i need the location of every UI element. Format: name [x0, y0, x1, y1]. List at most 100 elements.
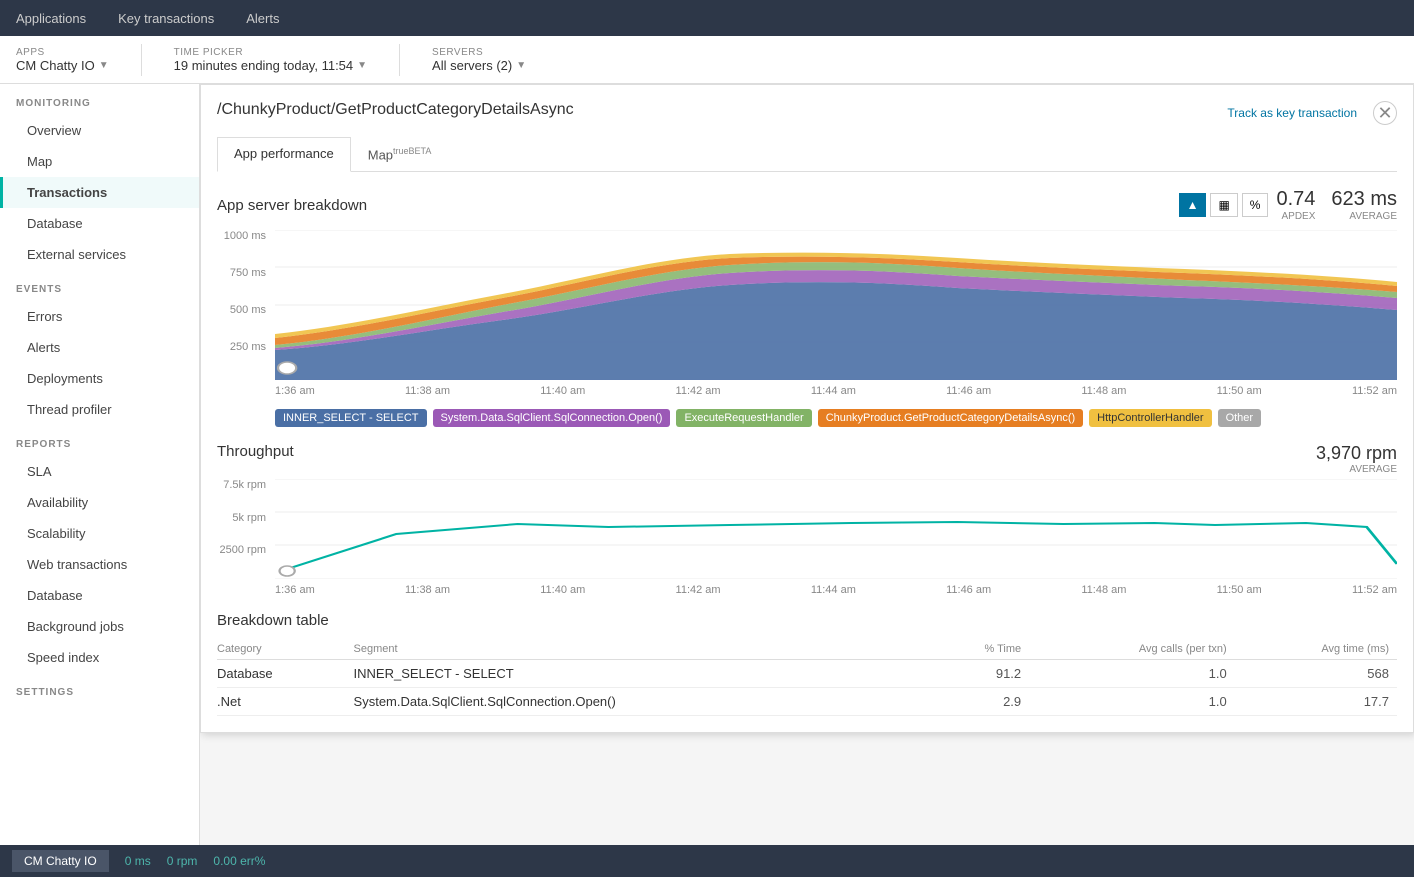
legend-sqlconnection[interactable]: System.Data.SqlClient.SqlConnection.Open… [433, 409, 671, 427]
status-app-name: CM Chatty IO [12, 850, 109, 872]
status-bar: CM Chatty IO 0 ms 0 rpm 0.00 err% [0, 845, 1414, 877]
sidebar-item-database[interactable]: Database [0, 208, 199, 239]
row1-pct: 2.9 [933, 688, 1029, 716]
breakdown-ctrl-area[interactable]: ▲ [1179, 193, 1207, 217]
track-key-transaction-link[interactable]: Track as key transaction [1227, 106, 1357, 120]
breakdown-table-section: Breakdown table Category Segment % Time … [217, 612, 1397, 716]
tp-x-label-2: 11:40 am [540, 584, 585, 596]
sidebar-item-sla[interactable]: SLA [0, 456, 199, 487]
tp-y-label-2: 2500 rpm [220, 544, 266, 556]
sidebar-item-background-jobs[interactable]: Background jobs [0, 611, 199, 642]
app-server-breakdown: App server breakdown ▲ ▦ % 0.74 APDEX [217, 188, 1397, 427]
throughput-title: Throughput [217, 443, 294, 460]
tab-map[interactable]: MaptrueBETA [351, 137, 449, 171]
x-label-4: 11:44 am [811, 385, 856, 397]
tab-app-performance[interactable]: App performance [217, 137, 351, 172]
events-section-label: EVENTS [0, 270, 199, 301]
servers-label: SERVERS [432, 47, 526, 58]
row1-category: .Net [217, 688, 354, 716]
servers-dropdown-arrow: ▼ [516, 60, 526, 71]
row0-segment: INNER_SELECT - SELECT [354, 660, 934, 688]
apps-dropdown-arrow: ▼ [99, 60, 109, 71]
top-nav: Applications Key transactions Alerts [0, 0, 1414, 36]
x-label-2: 11:40 am [540, 385, 585, 397]
sidebar-item-errors[interactable]: Errors [0, 301, 199, 332]
throughput-chart [275, 479, 1397, 582]
reports-section-label: REPORTS [0, 425, 199, 456]
apdex-value: 0.74 [1276, 188, 1315, 211]
breakdown-metrics: 0.74 APDEX 623 ms AVERAGE [1276, 188, 1397, 222]
x-label-3: 11:42 am [676, 385, 721, 397]
time-picker-selector[interactable]: TIME PICKER 19 minutes ending today, 11:… [174, 47, 367, 73]
divider-1 [141, 44, 142, 76]
tp-x-label-4: 11:44 am [811, 584, 856, 596]
sidebar-item-web-transactions[interactable]: Web transactions [0, 549, 199, 580]
chart-y-labels: 1000 ms 750 ms 500 ms 250 ms [217, 230, 272, 377]
servers-selector[interactable]: SERVERS All servers (2) ▼ [432, 47, 526, 73]
status-metric-1: 0 rpm [167, 854, 198, 868]
breakdown-controls: ▲ ▦ % [1179, 193, 1269, 217]
throughput-section: Throughput 3,970 rpm AVERAGE 7.5k rpm 5k… [217, 443, 1397, 596]
legend-http-controller[interactable]: HttpControllerHandler [1089, 409, 1211, 427]
x-label-5: 11:46 am [946, 385, 991, 397]
tab-beta-label: true [393, 146, 409, 156]
sidebar-item-thread-profiler[interactable]: Thread profiler [0, 394, 199, 425]
time-picker-label: TIME PICKER [174, 47, 367, 58]
apdex-metric: 0.74 APDEX [1276, 188, 1315, 222]
tp-x-label-0: 1:36 am [275, 584, 315, 596]
nav-alerts[interactable]: Alerts [242, 3, 283, 34]
y-label-1: 750 ms [230, 267, 266, 279]
status-metric-0: 0 ms [125, 854, 151, 868]
breakdown-x-labels: 1:36 am 11:38 am 11:40 am 11:42 am 11:44… [275, 385, 1397, 397]
sidebar-item-speed-index[interactable]: Speed index [0, 642, 199, 673]
tp-x-label-7: 11:50 am [1217, 584, 1262, 596]
legend-chunky-product[interactable]: ChunkyProduct.GetProductCategoryDetailsA… [818, 409, 1083, 427]
breakdown-ctrl-bar[interactable]: ▦ [1210, 193, 1237, 217]
sidebar-item-database-reports[interactable]: Database [0, 580, 199, 611]
legend-execute-request[interactable]: ExecuteRequestHandler [676, 409, 811, 427]
nav-key-transactions[interactable]: Key transactions [114, 3, 218, 34]
apps-selector[interactable]: APPS CM Chatty IO ▼ [16, 47, 109, 73]
breakdown-header: App server breakdown ▲ ▦ % 0.74 APDEX [217, 188, 1397, 222]
legend-other[interactable]: Other [1218, 409, 1262, 427]
tp-x-label-6: 11:48 am [1081, 584, 1126, 596]
throughput-metric: 3,970 rpm AVERAGE [1316, 443, 1397, 475]
x-label-6: 11:48 am [1081, 385, 1126, 397]
status-metric-0-value: 0 ms [125, 854, 151, 868]
settings-section-label: SETTINGS [0, 673, 199, 704]
sidebar-item-scalability[interactable]: Scalability [0, 518, 199, 549]
table-header-row: Category Segment % Time Avg calls (per t… [217, 639, 1397, 660]
col-pct-time: % Time [933, 639, 1029, 660]
throughput-chart-svg [275, 479, 1397, 579]
breakdown-ctrl-pct[interactable]: % [1242, 193, 1269, 217]
status-metric-2-value: 0.00 err% [213, 854, 265, 868]
nav-applications[interactable]: Applications [12, 3, 90, 34]
sidebar-item-external-services[interactable]: External services [0, 239, 199, 270]
area-chart [275, 230, 1397, 383]
area-chart-container: 1000 ms 750 ms 500 ms 250 ms [217, 230, 1397, 397]
throughput-label: AVERAGE [1316, 464, 1397, 475]
detail-panel-close-button[interactable]: ✕ [1373, 101, 1397, 125]
detail-panel-header: /ChunkyProduct/GetProductCategoryDetails… [217, 101, 1397, 125]
sidebar-item-deployments[interactable]: Deployments [0, 363, 199, 394]
divider-2 [399, 44, 400, 76]
throughput-y-labels: 7.5k rpm 5k rpm 2500 rpm [217, 479, 272, 576]
throughput-value: 3,970 rpm [1316, 443, 1397, 464]
breakdown-table: Category Segment % Time Avg calls (per t… [217, 639, 1397, 716]
col-segment: Segment [354, 639, 934, 660]
apps-label: APPS [16, 47, 109, 58]
average-label: AVERAGE [1331, 211, 1397, 222]
y-label-3: 250 ms [230, 341, 266, 353]
sidebar-item-map[interactable]: Map [0, 146, 199, 177]
sidebar-item-alerts[interactable]: Alerts [0, 332, 199, 363]
x-label-1: 11:38 am [405, 385, 450, 397]
legend-inner-select[interactable]: INNER_SELECT - SELECT [275, 409, 427, 427]
sidebar-item-overview[interactable]: Overview [0, 115, 199, 146]
tp-y-label-1: 5k rpm [232, 512, 266, 524]
time-picker-dropdown-arrow: ▼ [357, 60, 367, 71]
row1-calls: 1.0 [1029, 688, 1235, 716]
row1-time: 17.7 [1235, 688, 1397, 716]
sidebar-item-availability[interactable]: Availability [0, 487, 199, 518]
apps-value: CM Chatty IO ▼ [16, 58, 109, 73]
sidebar-item-transactions[interactable]: Transactions [0, 177, 199, 208]
